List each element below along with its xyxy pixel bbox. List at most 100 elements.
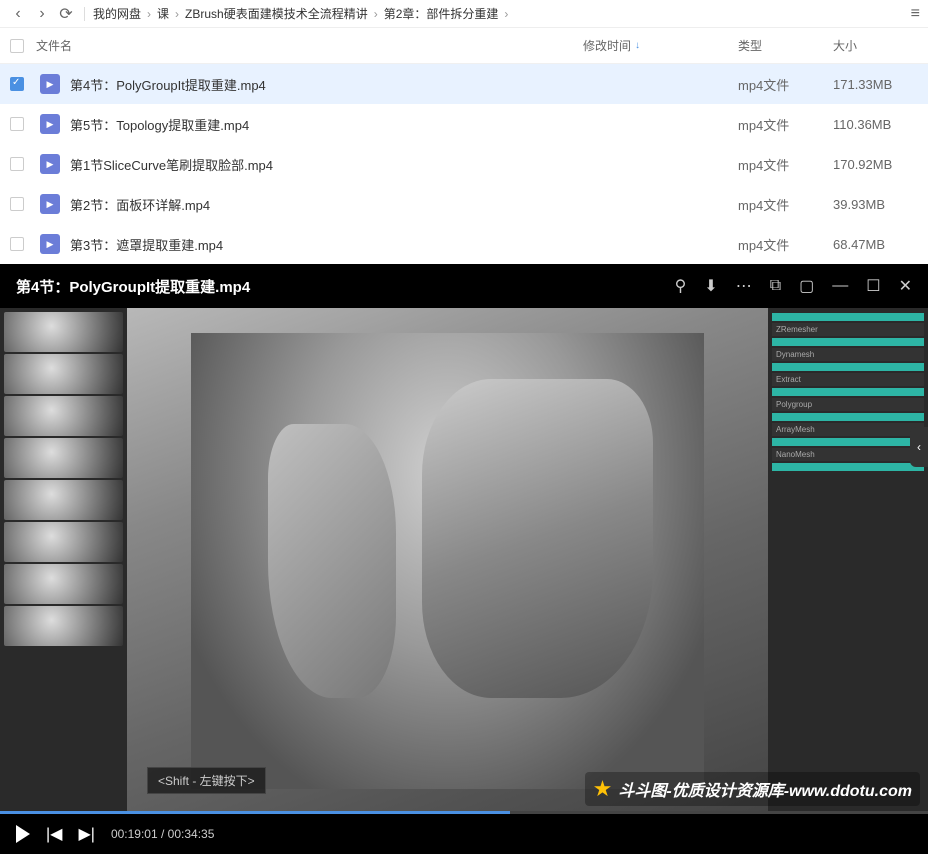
crumb-home[interactable]: 我的网盘 (93, 5, 141, 22)
material-thumb (4, 522, 123, 562)
file-type: mp4文件 (738, 155, 833, 174)
row-checkbox[interactable] (10, 237, 24, 251)
file-size: 39.93MB (833, 197, 918, 212)
zbrush-viewport: <Shift - 左键按下> (127, 308, 768, 814)
sort-arrow-icon: ↓ (635, 40, 640, 51)
watermark-text: 斗斗图-优质设计资源库-www.ddotu.com (618, 777, 912, 801)
row-checkbox[interactable] (10, 197, 24, 211)
file-name[interactable]: 第1节SliceCurve笔刷提取脸部.mp4 (60, 155, 583, 174)
crumb-course[interactable]: 课 (157, 5, 169, 22)
row-check[interactable] (10, 197, 32, 211)
col-size[interactable]: 大小 (833, 37, 918, 54)
divider (84, 7, 85, 21)
material-thumb (4, 564, 123, 604)
share-icon[interactable]: ⚲ (675, 276, 687, 296)
menu-icon[interactable]: ≡ (911, 5, 920, 23)
file-size: 68.47MB (833, 237, 918, 252)
file-row[interactable]: 第2节：面板环详解.mp4 mp4文件 39.93MB (0, 184, 928, 224)
side-tab[interactable]: ‹ (910, 427, 928, 467)
zbrush-panel-bar (772, 363, 924, 371)
row-check[interactable] (10, 77, 32, 91)
row-check[interactable] (10, 117, 32, 131)
file-size: 110.36MB (833, 117, 918, 132)
pip-icon[interactable]: ⧉ (770, 277, 781, 295)
close-icon[interactable]: ✕ (899, 276, 912, 296)
forward-button[interactable]: › (32, 4, 52, 24)
table-header: 文件名 修改时间 ↓ 类型 大小 (0, 28, 928, 64)
material-thumb (4, 606, 123, 646)
breadcrumb: 我的网盘 › 课 › ZBrush硬表面建模技术全流程精讲 › 第2章：部件拆分… (93, 5, 508, 22)
refresh-button[interactable]: ⟳ (56, 4, 76, 24)
file-name[interactable]: 第2节：面板环详解.mp4 (60, 195, 583, 214)
material-thumb (4, 312, 123, 352)
col-time[interactable]: 修改时间 ↓ (583, 37, 738, 54)
zbrush-panel-bar (772, 313, 924, 321)
row-check[interactable] (10, 237, 32, 251)
file-name[interactable]: 第5节：Topology提取重建.mp4 (60, 115, 583, 134)
play-button[interactable] (16, 825, 30, 843)
video-header: 第4节：PolyGroupIt提取重建.mp4 ⚲ ⬇ ⋯ ⧉ ▢ — ☐ ✕ (0, 264, 928, 308)
file-row[interactable]: 第3节：遮罩提取重建.mp4 mp4文件 68.47MB (0, 224, 928, 264)
zbrush-panel: ArrayMesh (772, 423, 924, 436)
file-size: 171.33MB (833, 77, 918, 92)
next-button[interactable]: ▶| (78, 824, 94, 844)
col-time-label: 修改时间 (583, 37, 631, 54)
row-checkbox[interactable] (10, 77, 24, 91)
duration: 00:34:35 (168, 827, 215, 841)
col-type[interactable]: 类型 (738, 37, 833, 54)
video-file-icon (40, 234, 60, 254)
crumb-sep: › (147, 7, 151, 21)
video-file-icon (40, 114, 60, 134)
file-row[interactable]: 第4节：PolyGroupIt提取重建.mp4 mp4文件 171.33MB (0, 64, 928, 104)
crumb-sep: › (175, 7, 179, 21)
video-content[interactable]: <Shift - 左键按下> ZRemesher Dynamesh Extrac… (0, 308, 928, 814)
star-icon: ★ (593, 776, 613, 802)
zbrush-panel-bar (772, 438, 924, 446)
download-icon[interactable]: ⬇ (704, 276, 717, 296)
video-file-icon (40, 154, 60, 174)
video-file-icon (40, 194, 60, 214)
crumb-sep: › (374, 7, 378, 21)
zbrush-right-panel: ZRemesher Dynamesh Extract Polygroup Arr… (768, 308, 928, 814)
file-row[interactable]: 第5节：Topology提取重建.mp4 mp4文件 110.36MB (0, 104, 928, 144)
select-all-col[interactable] (10, 39, 32, 53)
file-type: mp4文件 (738, 75, 833, 94)
zbrush-panel-bar (772, 463, 924, 471)
file-name[interactable]: 第3节：遮罩提取重建.mp4 (60, 235, 583, 254)
row-check[interactable] (10, 157, 32, 171)
time-display: 00:19:01 / 00:34:35 (111, 827, 214, 841)
zbrush-panel: Dynamesh (772, 348, 924, 361)
material-thumb (4, 396, 123, 436)
row-checkbox[interactable] (10, 117, 24, 131)
video-controls: |◀ ▶| 00:19:01 / 00:34:35 (0, 814, 928, 854)
file-type: mp4文件 (738, 235, 833, 254)
zbrush-panel: ZRemesher (772, 323, 924, 336)
minimize-icon[interactable]: — (832, 277, 848, 295)
more-icon[interactable]: ⋯ (736, 276, 752, 296)
file-name[interactable]: 第4节：PolyGroupIt提取重建.mp4 (60, 75, 583, 94)
select-all-checkbox[interactable] (10, 39, 24, 53)
material-thumb (4, 354, 123, 394)
prev-button[interactable]: |◀ (46, 824, 62, 844)
maximize-icon[interactable]: ☐ (866, 276, 880, 296)
crumb-chapter[interactable]: 第2章：部件拆分重建 (384, 5, 499, 22)
toolbar: ‹ › ⟳ 我的网盘 › 课 › ZBrush硬表面建模技术全流程精讲 › 第2… (0, 0, 928, 28)
crumb-zbrush[interactable]: ZBrush硬表面建模技术全流程精讲 (185, 5, 368, 22)
zbrush-left-panel (0, 308, 127, 814)
video-file-icon (40, 74, 60, 94)
file-row[interactable]: 第1节SliceCurve笔刷提取脸部.mp4 mp4文件 170.92MB (0, 144, 928, 184)
back-button[interactable]: ‹ (8, 4, 28, 24)
row-checkbox[interactable] (10, 157, 24, 171)
col-name[interactable]: 文件名 (32, 37, 583, 54)
zbrush-panel-bar (772, 388, 924, 396)
file-list: 第4节：PolyGroupIt提取重建.mp4 mp4文件 171.33MB 第… (0, 64, 928, 264)
crop-icon[interactable]: ▢ (799, 276, 814, 296)
zbrush-panel: Polygroup (772, 398, 924, 411)
file-size: 170.92MB (833, 157, 918, 172)
video-title: 第4节：PolyGroupIt提取重建.mp4 (16, 276, 250, 297)
zbrush-panel: NanoMesh (772, 448, 924, 461)
video-player: 第4节：PolyGroupIt提取重建.mp4 ⚲ ⬇ ⋯ ⧉ ▢ — ☐ ✕ (0, 264, 928, 854)
file-type: mp4文件 (738, 115, 833, 134)
zbrush-ui: <Shift - 左键按下> ZRemesher Dynamesh Extrac… (0, 308, 928, 814)
material-thumb (4, 480, 123, 520)
